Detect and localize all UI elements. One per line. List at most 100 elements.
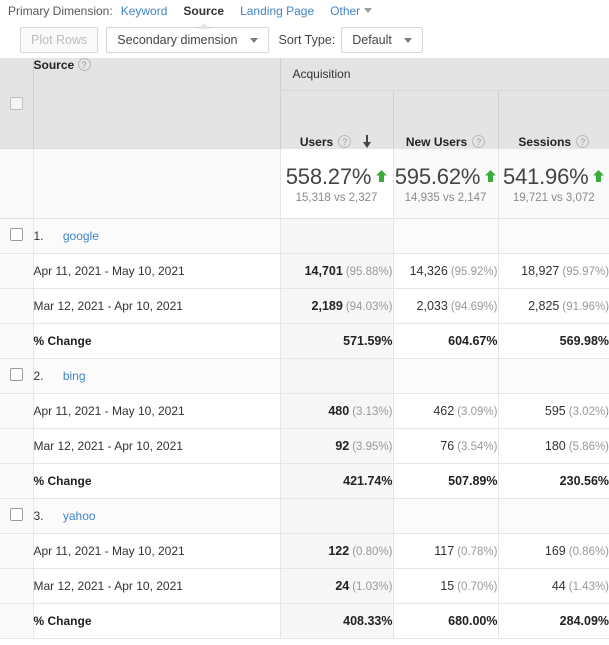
metric-cell-users: 2,189 (94.03%)	[279, 288, 393, 324]
row-rank: 3.	[33, 509, 44, 523]
summary-new-users-percent-wrap: 595.62%	[394, 162, 498, 190]
column-group-acquisition: Acquisition	[279, 58, 609, 91]
metric-value: 122	[328, 544, 350, 558]
row-checkbox-cell	[0, 428, 34, 464]
column-header-source[interactable]: Source ?	[33, 58, 281, 149]
table-row: Mar 12, 2021 - Apr 10, 2021 92 (3.95%) 76…	[0, 428, 609, 464]
column-group-acquisition-label: Acquisition	[292, 67, 351, 81]
metric-cell-sessions: 44 (1.43%)	[497, 568, 609, 604]
column-header-sessions[interactable]: Sessions ?	[497, 90, 609, 149]
change-row-label: % Change	[33, 603, 280, 639]
dimension-row-new-users-empty	[392, 218, 498, 254]
metric-cell-users: 480 (3.13%)	[279, 393, 393, 429]
metric-cell-sessions: 180 (5.86%)	[497, 428, 609, 464]
change-cell-sessions: 569.98%	[497, 323, 609, 359]
help-icon[interactable]: ?	[576, 135, 590, 148]
column-header-users[interactable]: Users ?	[279, 90, 393, 149]
row-checkbox[interactable]	[9, 508, 23, 521]
row-checkbox[interactable]	[9, 368, 23, 381]
metric-cell-users: 122 (0.80%)	[279, 533, 393, 569]
chevron-down-icon	[249, 37, 258, 43]
sort-descending-icon[interactable]	[362, 135, 373, 148]
sort-type-value: Default	[352, 33, 392, 47]
help-icon[interactable]: ?	[338, 135, 352, 148]
chevron-down-icon	[364, 8, 373, 13]
plot-rows-button[interactable]: Plot Rows	[20, 27, 99, 53]
row-checkbox-cell	[0, 218, 34, 254]
metric-value: 169	[544, 544, 566, 558]
metric-percent: (95.97%)	[562, 266, 609, 278]
metric-percent: (1.43%)	[568, 581, 609, 593]
sort-type-select[interactable]: Default	[341, 27, 423, 53]
table-row: % Change 421.74% 507.89% 230.56%	[0, 463, 609, 499]
column-header-sessions-label: Sessions	[518, 134, 572, 149]
dimension-tab-landing-page[interactable]: Landing Page	[240, 4, 314, 18]
row-checkbox-cell	[0, 533, 34, 569]
dimension-row-users-empty	[279, 218, 393, 254]
metric-value: 595	[544, 404, 566, 418]
secondary-dimension-button[interactable]: Secondary dimension	[106, 27, 269, 53]
summary-sessions-percent-wrap: 541.96%	[499, 162, 609, 190]
metric-percent: (95.88%)	[345, 266, 393, 278]
metric-value: 44	[551, 579, 566, 593]
row-rank: 1.	[33, 229, 44, 243]
change-row-label: % Change	[33, 323, 280, 359]
summary-cell-sessions: 541.96% 19,721 vs 3,072	[497, 148, 609, 219]
dimension-row-users-empty	[279, 498, 393, 534]
metric-cell-users: 14,701 (95.88%)	[279, 253, 393, 289]
date-range-label: Apr 11, 2021 - May 10, 2021	[33, 533, 280, 569]
row-checkbox-cell	[0, 498, 34, 534]
metric-value: 480	[328, 404, 350, 418]
dimension-row-sessions-empty	[497, 358, 609, 394]
dimension-link[interactable]: google	[63, 229, 99, 243]
dimension-row-new-users-empty	[392, 358, 498, 394]
metric-cell-new-users: 462 (3.09%)	[392, 393, 498, 429]
table-row: 2. bing	[0, 358, 609, 394]
metric-value: 2,189	[311, 299, 343, 313]
column-header-new-users[interactable]: New Users ?	[392, 90, 498, 149]
change-cell-users: 408.33%	[279, 603, 393, 639]
metric-percent: (91.96%)	[562, 301, 609, 313]
date-range-label: Apr 11, 2021 - May 10, 2021	[33, 393, 280, 429]
table-row: 1. google	[0, 218, 609, 254]
dimension-cell: 3. yahoo	[33, 498, 280, 534]
change-cell-users: 421.74%	[279, 463, 393, 499]
metric-value: 2,825	[528, 299, 560, 313]
change-value: 569.98%	[559, 334, 609, 348]
row-checkbox[interactable]	[9, 228, 23, 241]
report-table: Source ? Acquisition Users ? New Users ?…	[0, 58, 609, 639]
summary-sessions-percent: 541.96%	[503, 164, 589, 190]
metric-percent: (0.86%)	[568, 546, 609, 558]
select-all-cell	[0, 58, 34, 149]
change-value: 230.56%	[559, 474, 609, 488]
table-row: % Change 408.33% 680.00% 284.09%	[0, 603, 609, 639]
dimension-link[interactable]: bing	[63, 369, 86, 383]
metric-percent: (1.03%)	[352, 581, 393, 593]
metric-cell-sessions: 169 (0.86%)	[497, 533, 609, 569]
summary-users-percent-wrap: 558.27%	[281, 162, 393, 190]
chevron-down-icon	[403, 37, 412, 43]
dimension-tab-keyword[interactable]: Keyword	[121, 4, 168, 18]
dimension-tab-other[interactable]: Other	[330, 4, 373, 18]
help-icon[interactable]: ?	[472, 135, 486, 148]
change-cell-new-users: 604.67%	[392, 323, 498, 359]
change-cell-users: 571.59%	[279, 323, 393, 359]
dimension-link[interactable]: yahoo	[63, 509, 96, 523]
metric-cell-new-users: 14,326 (95.92%)	[392, 253, 498, 289]
metric-cell-new-users: 15 (0.70%)	[392, 568, 498, 604]
dimension-tab-source[interactable]: Source	[183, 4, 224, 29]
trend-up-icon	[376, 162, 388, 183]
change-value: 421.74%	[343, 474, 393, 488]
dimension-row-users-empty	[279, 358, 393, 394]
help-icon[interactable]: ?	[77, 58, 91, 71]
table-row: Mar 12, 2021 - Apr 10, 2021 24 (1.03%) 15…	[0, 568, 609, 604]
table-row: Apr 11, 2021 - May 10, 2021 122 (0.80%) 1…	[0, 533, 609, 569]
metric-percent: (5.86%)	[568, 441, 609, 453]
summary-cell-users: 558.27% 15,318 vs 2,327	[279, 148, 393, 219]
metric-percent: (3.95%)	[352, 441, 393, 453]
dimension-cell: 1. google	[33, 218, 280, 254]
metric-value: 14,701	[304, 264, 343, 278]
date-range-label: Mar 12, 2021 - Apr 10, 2021	[33, 568, 280, 604]
select-all-checkbox[interactable]	[9, 96, 23, 110]
row-checkbox-cell	[0, 323, 34, 359]
